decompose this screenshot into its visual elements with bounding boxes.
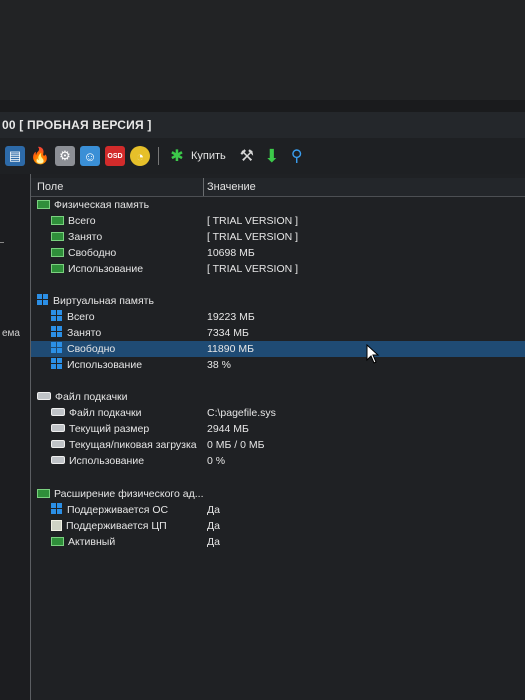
drive-icon — [51, 440, 65, 449]
row-field: Текущий размер — [69, 423, 150, 435]
table-row[interactable]: Занято [ TRIAL VERSION ] — [31, 229, 525, 245]
row-field: Использование — [67, 359, 143, 371]
tree-fragment[interactable]: ема — [2, 328, 20, 339]
row-value: C:\pagefile.sys — [207, 407, 276, 419]
row-value: Да — [207, 520, 220, 532]
gauge-icon[interactable]: ◔ — [130, 146, 150, 166]
monitor-bezel — [0, 0, 525, 100]
row-value: 7334 МБ — [207, 327, 249, 339]
row-value: [ TRIAL VERSION ] — [207, 263, 299, 275]
buy-label: Купить — [191, 150, 226, 162]
table-header: Поле Значение — [31, 178, 525, 197]
table-row[interactable]: Использование [ TRIAL VERSION ] — [31, 261, 525, 277]
row-value: 19223 МБ — [207, 311, 255, 323]
section-title: Физическая память — [54, 199, 150, 211]
report-icon[interactable]: ▤ — [5, 146, 25, 166]
table-row[interactable]: Свободно 10698 МБ — [31, 245, 525, 261]
row-field: Свободно — [67, 343, 116, 355]
row-field: Занято — [67, 327, 102, 339]
flame-icon[interactable]: 🔥 — [30, 146, 50, 166]
drive-icon — [51, 424, 65, 433]
row-field: Занято — [68, 231, 103, 243]
section-header[interactable]: Виртуальная память — [31, 293, 525, 309]
left-tree-pane[interactable]: ема — [0, 174, 31, 700]
user-icon[interactable]: ☺ — [80, 146, 100, 166]
header-field[interactable]: Поле — [37, 178, 63, 196]
column-divider[interactable] — [203, 178, 204, 196]
section-title: Файл подкачки — [55, 391, 128, 403]
row-value: 0 МБ / 0 МБ — [207, 439, 265, 451]
section-title: Расширение физического ад... — [54, 488, 204, 500]
table-row[interactable]: Всего [ TRIAL VERSION ] — [31, 213, 525, 229]
windows-icon — [51, 503, 63, 515]
windows-icon — [51, 310, 63, 322]
section-header[interactable]: Файл подкачки — [31, 389, 525, 405]
row-field: Использование — [69, 455, 145, 467]
windows-icon — [37, 294, 49, 306]
buy-button[interactable]: ✱ Купить — [167, 146, 226, 166]
toolbar: ▤ 🔥 ⚙ ☺ OSD ◔ ✱ Купить ⚒ ⬇ ⚲ — [0, 138, 525, 174]
row-value: 11890 МБ — [207, 343, 254, 355]
osd-icon[interactable]: OSD — [105, 146, 125, 166]
row-value: 38 % — [207, 359, 231, 371]
ram-icon — [37, 488, 50, 498]
table-row[interactable]: Активный Да — [31, 534, 525, 550]
row-field: Всего — [67, 311, 95, 323]
row-field: Активный — [68, 536, 116, 548]
table-row[interactable]: Поддерживается ЦП Да — [31, 518, 525, 534]
row-field: Файл подкачки — [69, 407, 142, 419]
row-value: Да — [207, 504, 220, 516]
toolbar-separator — [158, 147, 159, 165]
section-header[interactable]: Физическая память — [31, 197, 525, 213]
header-value[interactable]: Значение — [207, 178, 256, 196]
windows-icon — [51, 326, 63, 338]
section-header[interactable]: Расширение физического ад... — [31, 486, 525, 502]
row-value: 0 % — [207, 455, 226, 467]
row-field: Свободно — [68, 247, 117, 259]
section-title: Виртуальная память — [53, 295, 154, 307]
table-row[interactable]: Текущая/пиковая загрузка 0 МБ / 0 МБ — [31, 437, 525, 453]
ram-icon — [51, 263, 64, 273]
ram-icon — [51, 231, 64, 241]
row-value: 2944 МБ — [207, 423, 249, 435]
row-value: Да — [207, 536, 220, 548]
mouse-cursor-icon — [366, 344, 380, 364]
ram-icon — [51, 247, 64, 257]
row-field: Всего — [68, 215, 96, 227]
table-row[interactable]: Использование 0 % — [31, 453, 525, 469]
table-row[interactable]: Всего 19223 МБ — [31, 309, 525, 325]
ram-icon — [37, 199, 50, 209]
details-table: Поле Значение Физическая память Всего [ … — [31, 174, 525, 700]
gears-icon[interactable]: ⚙ — [55, 146, 75, 166]
search-icon[interactable]: ⚲ — [287, 146, 307, 166]
windows-icon — [51, 342, 63, 354]
table-row[interactable]: Занято 7334 МБ — [31, 325, 525, 341]
table-row[interactable]: Текущий размер 2944 МБ — [31, 421, 525, 437]
tree-line — [0, 242, 4, 243]
drive-icon — [51, 408, 65, 417]
windows-icon — [51, 358, 63, 370]
table-row[interactable]: Файл подкачки C:\pagefile.sys — [31, 405, 525, 421]
drive-icon — [51, 456, 65, 465]
row-field: Поддерживается ОС — [67, 504, 169, 516]
table-row[interactable]: Использование 38 % — [31, 357, 525, 373]
ram-icon — [51, 536, 64, 546]
row-value: [ TRIAL VERSION ] — [207, 231, 299, 243]
row-field: Текущая/пиковая загрузка — [69, 439, 197, 451]
cpu-icon — [51, 519, 62, 531]
ram-icon — [51, 215, 64, 225]
table-row[interactable]: Поддерживается ОС Да — [31, 502, 525, 518]
row-field: Использование — [68, 263, 144, 275]
buy-icon: ✱ — [170, 148, 184, 165]
row-value: 10698 МБ — [207, 247, 255, 259]
download-icon[interactable]: ⬇ — [262, 146, 282, 166]
tools-icon[interactable]: ⚒ — [237, 146, 257, 166]
window-title: 00 [ ПРОБНАЯ ВЕРСИЯ ] — [0, 112, 525, 138]
drive-icon — [37, 392, 51, 401]
table-row-selected[interactable]: Свободно 11890 МБ — [31, 341, 525, 357]
row-field: Поддерживается ЦП — [66, 520, 167, 532]
row-value: [ TRIAL VERSION ] — [207, 215, 299, 227]
